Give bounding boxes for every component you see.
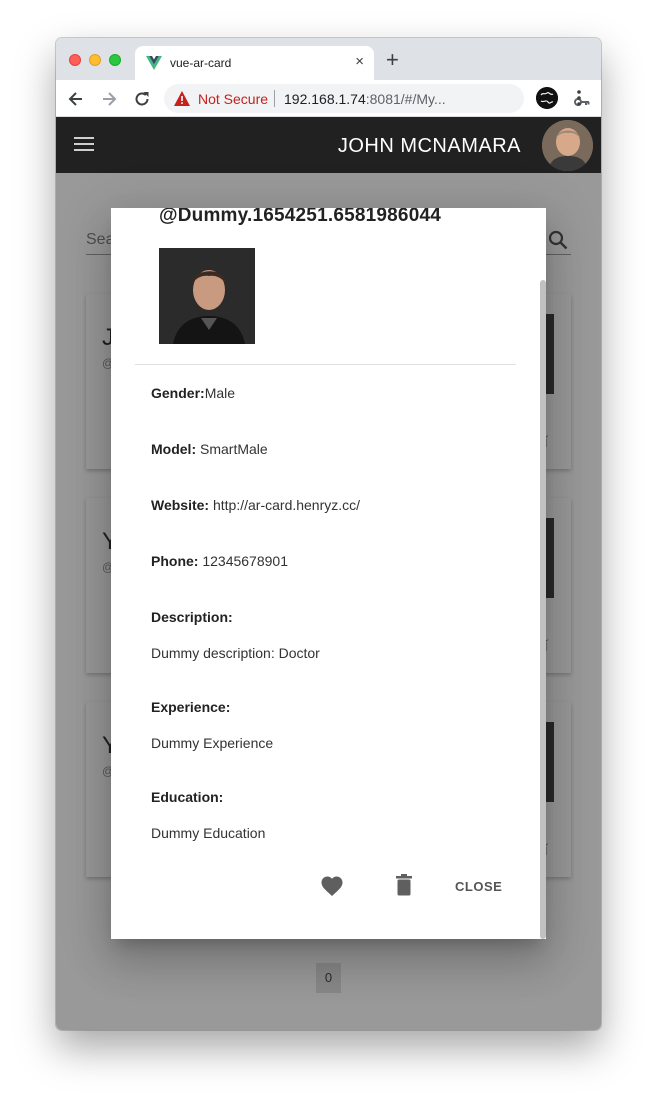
description-value: Dummy description: Doctor	[151, 645, 320, 661]
education-value: Dummy Education	[151, 825, 266, 841]
trash-icon[interactable]	[395, 874, 413, 896]
security-status[interactable]: Not Secure	[198, 91, 268, 107]
field-value: http://ar-card.henryz.cc/	[209, 497, 361, 513]
field-label: Gender:	[151, 385, 205, 401]
minimize-window-button[interactable]	[89, 54, 101, 66]
browser-menu-icon[interactable]	[572, 88, 586, 108]
close-window-button[interactable]	[69, 54, 81, 66]
field-label: Experience:	[151, 699, 231, 715]
vue-logo-icon	[146, 56, 162, 70]
back-arrow-icon[interactable]	[66, 89, 86, 109]
tab-title: vue-ar-card	[170, 56, 232, 70]
browser-toolbar: Not Secure 192.168.1.74:8081/#/My...	[56, 80, 601, 117]
phone-field: Phone: 12345678901	[151, 553, 288, 569]
address-separator	[274, 90, 275, 107]
description-label: Description:	[151, 609, 233, 625]
forward-arrow-icon[interactable]	[99, 89, 119, 109]
dialog-title: @Dummy.1654251.6581986044	[159, 208, 441, 226]
address-bar[interactable]: Not Secure 192.168.1.74:8081/#/My...	[164, 84, 590, 113]
app-bar: JOHN MCNAMARA	[56, 117, 601, 173]
dialog-actions: CLOSE	[111, 872, 546, 902]
field-value: SmartMale	[196, 441, 268, 457]
url-text[interactable]: 192.168.1.74:8081/#/My...	[284, 91, 446, 107]
browser-tab[interactable]: vue-ar-card ×	[135, 46, 374, 80]
new-tab-button[interactable]: +	[386, 49, 399, 71]
profile-photo	[159, 248, 255, 344]
experience-value: Dummy Experience	[151, 735, 274, 751]
maximize-window-button[interactable]	[109, 54, 121, 66]
field-label: Description:	[151, 609, 233, 625]
profile-dialog: @Dummy.1654251.6581986044 Gender:Male Mo…	[111, 208, 546, 939]
field-label: Education:	[151, 789, 224, 805]
model-field: Model: SmartMale	[151, 441, 268, 457]
dialog-scrollbar[interactable]	[540, 280, 546, 939]
url-path: :8081/#/My...	[365, 91, 446, 107]
user-avatar[interactable]	[542, 120, 593, 171]
dialog-divider	[135, 364, 516, 365]
experience-label: Experience:	[151, 699, 230, 715]
field-value: Male	[204, 385, 236, 401]
website-field: Website: http://ar-card.henryz.cc/	[151, 497, 360, 513]
browser-window: vue-ar-card × + Not Secure 192.168.1.74:…	[56, 38, 601, 1030]
hamburger-icon[interactable]	[74, 136, 94, 152]
reload-icon[interactable]	[132, 89, 152, 109]
field-label: Phone:	[151, 553, 199, 569]
education-label: Education:	[151, 789, 223, 805]
page-content: JOHN MCNAMARA Sea J @ ǐ	[56, 117, 601, 1030]
gender-field: Gender:Male	[151, 385, 235, 401]
field-value: 12345678901	[198, 553, 288, 569]
tab-close-button[interactable]: ×	[355, 53, 364, 71]
warning-triangle-icon	[174, 91, 190, 106]
field-label: Model:	[151, 441, 197, 457]
heart-icon[interactable]	[320, 875, 344, 897]
tab-strip: vue-ar-card × +	[56, 38, 601, 80]
field-label: Website:	[151, 497, 210, 513]
close-button[interactable]: CLOSE	[455, 879, 502, 894]
user-name: JOHN MCNAMARA	[337, 135, 521, 157]
profile-avatar-icon[interactable]	[536, 87, 558, 109]
url-host: 192.168.1.74	[284, 91, 366, 107]
